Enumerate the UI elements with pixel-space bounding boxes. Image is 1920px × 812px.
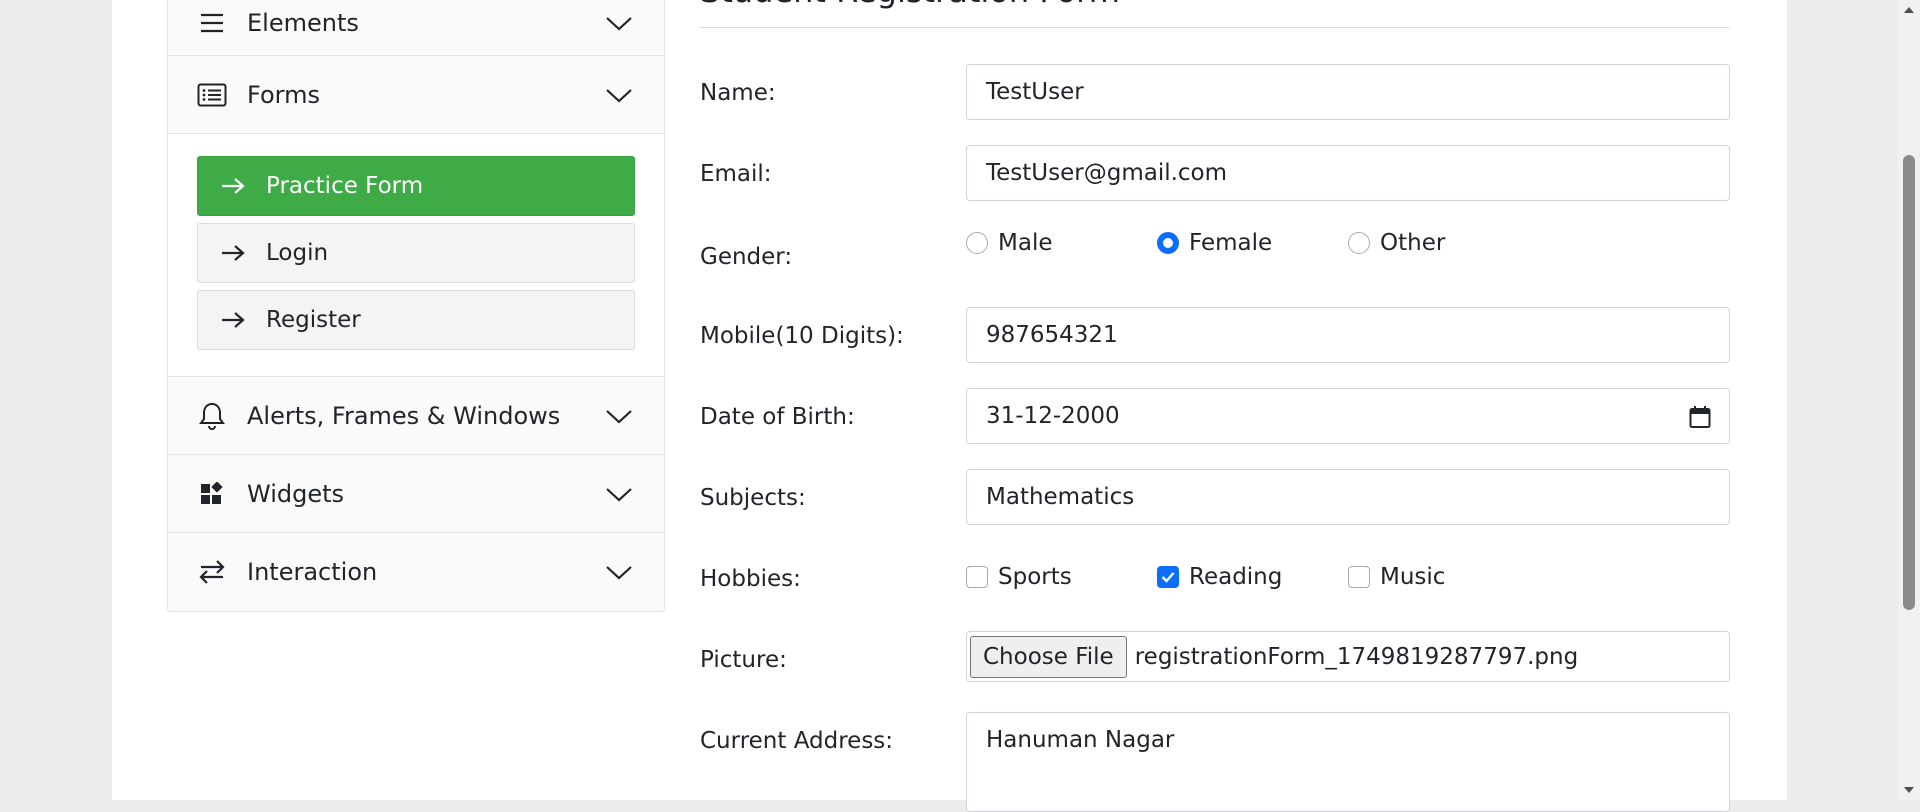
forms-submenu: Practice Form Login Register <box>168 134 664 377</box>
page-container: Elements Forms Practice Form Login Regis… <box>112 0 1787 812</box>
checkbox-label: Music <box>1380 564 1446 590</box>
address-label: Current Address: <box>700 728 894 754</box>
hobby-music-checkbox[interactable]: Music <box>1348 564 1445 590</box>
arrow-right-icon <box>222 312 245 328</box>
subjects-label: Subjects: <box>700 485 806 511</box>
address-row: Current Address: Hanuman Nagar <box>700 712 1730 812</box>
name-input[interactable]: TestUser <box>966 64 1730 120</box>
name-row: Name: TestUser <box>700 64 1730 120</box>
dob-row: Date of Birth: 31-12-2000 <box>700 388 1730 444</box>
hobby-reading-checkbox[interactable]: Reading <box>1157 564 1282 590</box>
hobbies-row: Hobbies: Sports Reading Music <box>700 550 1730 606</box>
radio-label: Other <box>1380 230 1446 256</box>
radio-button[interactable] <box>1348 232 1370 254</box>
address-value: Hanuman Nagar <box>986 727 1175 753</box>
checkbox-checked[interactable] <box>1157 566 1179 588</box>
calendar-icon[interactable] <box>1689 405 1711 429</box>
file-name: registrationForm_1749819287797.png <box>1134 643 1579 670</box>
radio-button[interactable] <box>966 232 988 254</box>
widgets-icon <box>197 479 227 509</box>
sidebar-group-interaction[interactable]: Interaction <box>168 533 664 611</box>
mobile-input[interactable]: 987654321 <box>966 307 1730 363</box>
menu-item-register[interactable]: Register <box>197 290 635 350</box>
email-row: Email: TestUser@gmail.com <box>700 145 1730 201</box>
subjects-row: Subjects: Mathematics <box>700 469 1730 525</box>
name-label: Name: <box>700 80 776 106</box>
subjects-input[interactable]: Mathematics <box>966 469 1730 525</box>
hobby-sports-checkbox[interactable]: Sports <box>966 564 1072 590</box>
picture-file-input[interactable]: Choose File registrationForm_17498192877… <box>966 631 1730 682</box>
menu-item-label: Register <box>266 307 361 333</box>
sidebar-group-widgets[interactable]: Widgets <box>168 455 664 533</box>
chevron-down-icon[interactable] <box>604 13 634 33</box>
form-title: Student Registration Form <box>700 0 1730 28</box>
checkbox-label: Reading <box>1189 564 1283 590</box>
gender-other-radio[interactable]: Other <box>1348 230 1445 256</box>
radio-button-selected[interactable] <box>1157 232 1179 254</box>
sidebar-group-forms[interactable]: Forms <box>168 56 664 134</box>
scrollbar-thumb[interactable] <box>1903 155 1915 610</box>
arrow-right-icon <box>222 178 245 194</box>
dob-input[interactable]: 31-12-2000 <box>966 388 1730 444</box>
gender-row: Gender: Male Female Other <box>700 226 1730 282</box>
email-label: Email: <box>700 161 772 187</box>
sidebar-group-alerts[interactable]: Alerts, Frames & Windows <box>168 377 664 455</box>
email-input[interactable]: TestUser@gmail.com <box>966 145 1730 201</box>
dob-value: 31-12-2000 <box>986 403 1120 429</box>
sidebar: Elements Forms Practice Form Login Regis… <box>167 0 665 612</box>
dob-label: Date of Birth: <box>700 404 855 430</box>
list-icon <box>197 80 227 110</box>
hamburger-icon <box>197 8 227 38</box>
mobile-row: Mobile(10 Digits): 987654321 <box>700 307 1730 363</box>
arrow-right-icon <box>222 245 245 261</box>
radio-label: Male <box>998 230 1053 256</box>
menu-item-label: Practice Form <box>266 173 424 199</box>
checkbox[interactable] <box>966 566 988 588</box>
menu-item-practice-form[interactable]: Practice Form <box>197 156 635 216</box>
picture-label: Picture: <box>700 647 787 673</box>
checkbox-label: Sports <box>998 564 1072 590</box>
current-address-textarea[interactable]: Hanuman Nagar <box>966 712 1730 812</box>
chevron-down-icon[interactable] <box>604 562 634 582</box>
checkmark-icon <box>1161 572 1175 583</box>
chevron-down-icon[interactable] <box>604 484 634 504</box>
hobbies-label: Hobbies: <box>700 566 801 592</box>
sidebar-group-label: Interaction <box>247 558 378 586</box>
chevron-down-icon[interactable] <box>604 406 634 426</box>
gender-male-radio[interactable]: Male <box>966 230 1052 256</box>
sidebar-group-label: Elements <box>247 9 359 37</box>
sidebar-group-elements[interactable]: Elements <box>168 0 664 56</box>
scroll-up-arrow-icon[interactable] <box>1903 4 1915 16</box>
bell-icon <box>197 401 227 431</box>
scroll-down-arrow-icon[interactable] <box>1903 784 1915 796</box>
checkbox[interactable] <box>1348 566 1370 588</box>
radio-label: Female <box>1189 230 1273 256</box>
gender-label: Gender: <box>700 244 793 270</box>
sidebar-group-label: Forms <box>247 80 320 109</box>
chevron-down-icon[interactable] <box>604 85 634 105</box>
gender-female-radio[interactable]: Female <box>1157 230 1272 256</box>
sidebar-group-label: Alerts, Frames & Windows <box>247 401 561 430</box>
menu-item-label: Login <box>266 240 329 266</box>
mobile-label: Mobile(10 Digits): <box>700 323 904 349</box>
page-scrollbar[interactable] <box>1898 0 1920 800</box>
picture-row: Picture: Choose File registrationForm_17… <box>700 631 1730 687</box>
choose-file-button[interactable]: Choose File <box>970 635 1127 678</box>
menu-item-login[interactable]: Login <box>197 223 635 283</box>
swap-arrows-icon <box>197 557 227 587</box>
sidebar-group-label: Widgets <box>247 479 345 508</box>
